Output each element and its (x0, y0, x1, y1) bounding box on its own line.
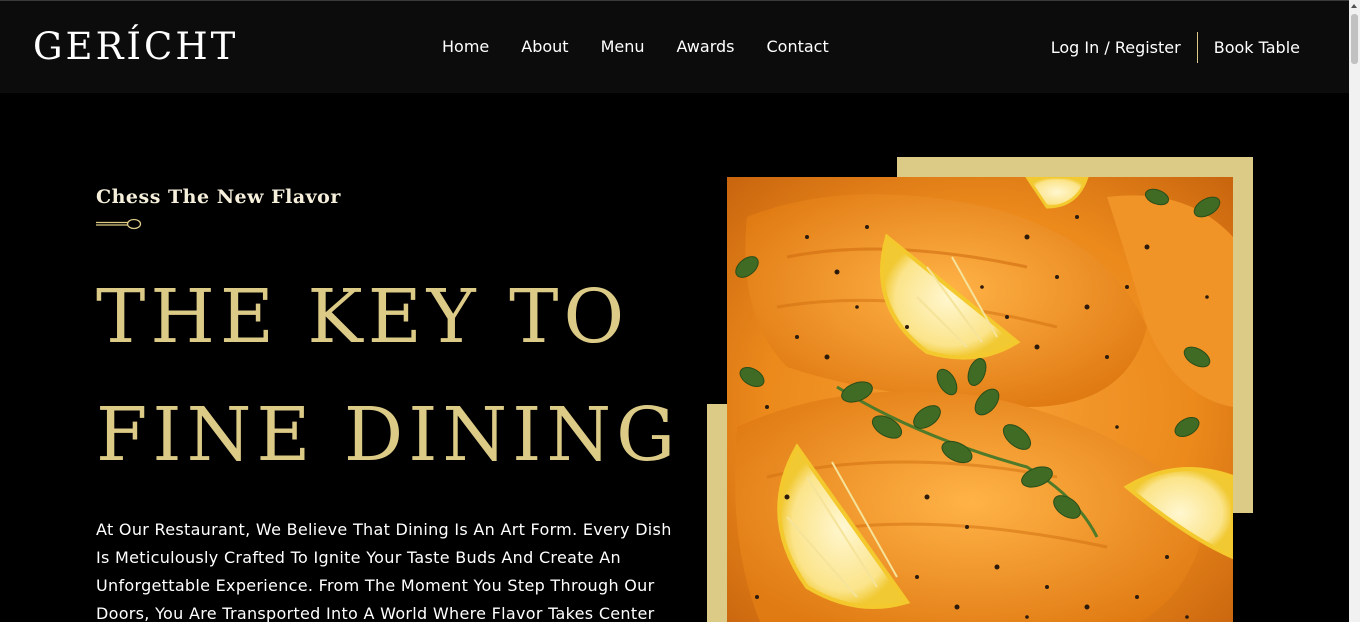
headline-line-1: THE KEY TO (96, 274, 630, 360)
nav-about-link[interactable]: About (521, 37, 568, 57)
hero-headline: THE KEY TO FINE DINING (96, 258, 680, 494)
nav-actions: Log In / Register Book Table (1051, 32, 1300, 63)
scrollbar[interactable] (1349, 0, 1360, 622)
hero-description: At Our Restaurant, We Believe That Dinin… (96, 520, 672, 622)
spoon-icon (96, 218, 142, 230)
headline-line-2: FINE DINING (96, 392, 681, 478)
nav-menu-link[interactable]: Menu (601, 37, 645, 57)
salmon-dish-illustration (727, 177, 1233, 622)
nav-links: Home About Menu Awards Contact (442, 37, 829, 57)
scroll-up-arrow-icon[interactable] (1351, 4, 1357, 8)
salmon-dish-image (727, 177, 1233, 622)
book-table-link[interactable]: Book Table (1214, 38, 1300, 57)
page: GERÍCHT Home About Menu Awards Contact L… (0, 0, 1360, 622)
nav-awards-link[interactable]: Awards (677, 37, 735, 57)
nav-contact-link[interactable]: Contact (766, 37, 828, 57)
login-register-link[interactable]: Log In / Register (1051, 38, 1181, 57)
nav-divider (1196, 32, 1198, 63)
navbar: GERÍCHT Home About Menu Awards Contact L… (0, 0, 1349, 93)
hero-subtitle: Chess The New Flavor (96, 186, 341, 208)
nav-home-link[interactable]: Home (442, 37, 489, 57)
scrollbar-thumb[interactable] (1351, 14, 1358, 64)
logo[interactable]: GERÍCHT (33, 23, 238, 71)
